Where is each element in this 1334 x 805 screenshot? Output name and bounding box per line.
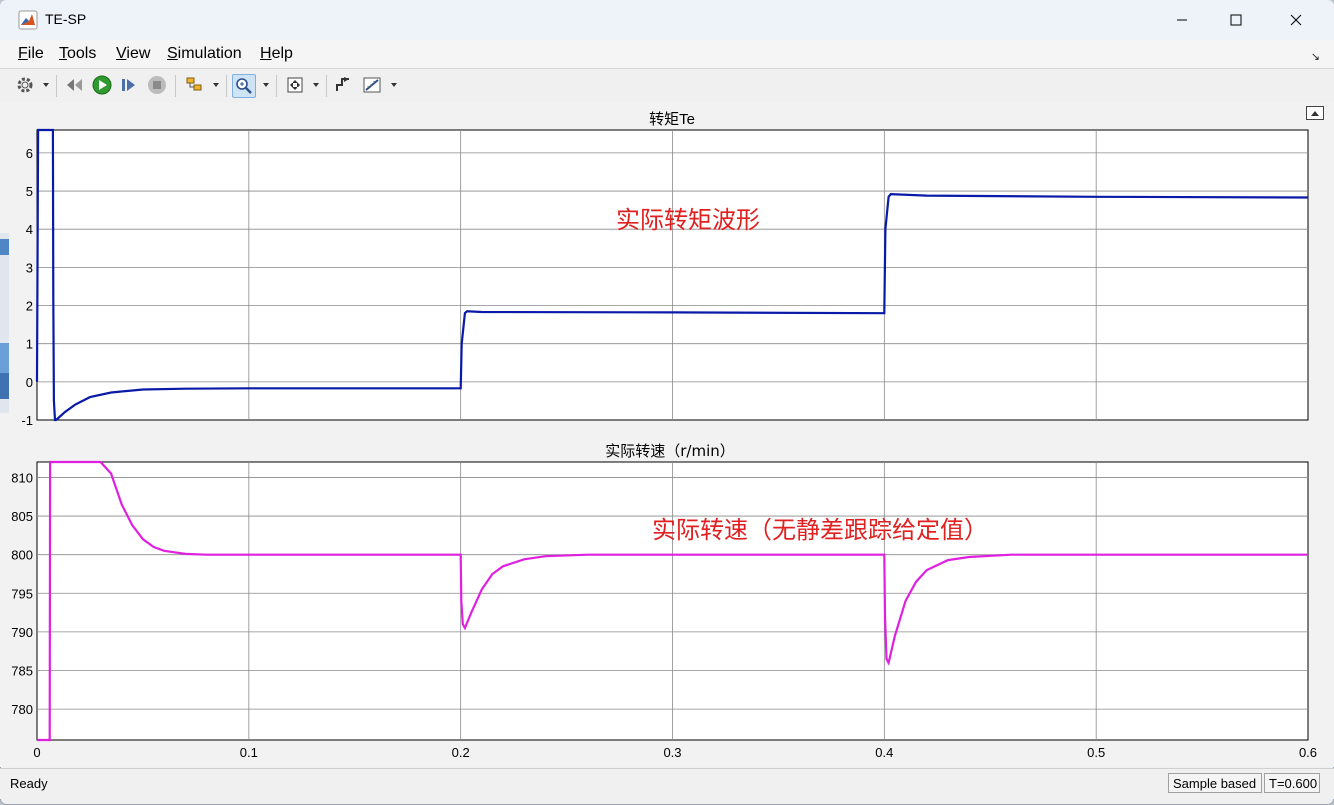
status-text: Ready — [10, 776, 48, 791]
y-tick-label: 3 — [26, 260, 33, 275]
y-tick-labels: 780 785 790 795 800 805 810 — [11, 470, 33, 717]
y-tick-label: 810 — [11, 470, 33, 485]
y-tick-label: 5 — [26, 184, 33, 199]
x-tick-label: 0.5 — [1087, 745, 1105, 760]
y-tick-label: 0 — [26, 375, 33, 390]
chart-annotation: 实际转矩波形 — [616, 206, 760, 234]
status-bar: Ready Sample based T=0.600 — [0, 768, 1334, 799]
y-tick-labels: -1 0 1 2 3 4 5 6 — [21, 146, 33, 428]
chart-title: 转矩Te — [649, 111, 695, 128]
speed-chart: 实际转速（r/min） 780 785 790 795 800 805 810 0 0.1 0.… — [11, 442, 1317, 760]
y-tick-label: 795 — [11, 586, 33, 601]
x-tick-label: 0.3 — [663, 745, 681, 760]
x-tick-label: 0 — [33, 745, 40, 760]
y-tick-label: 790 — [11, 625, 33, 640]
chart-title: 实际转速（r/min） — [605, 442, 735, 460]
x-tick-label: 0.1 — [240, 745, 258, 760]
chart-annotation: 实际转速（无静差跟踪给定值） — [652, 516, 988, 544]
charts-svg: 转矩Te -1 0 1 2 3 4 5 6 实际转矩波形 实际转速（r/min） 780 785… — [11, 111, 1317, 760]
x-tick-label: 0.6 — [1299, 745, 1317, 760]
x-tick-label: 0.4 — [875, 745, 893, 760]
torque-chart: 转矩Te -1 0 1 2 3 4 5 6 实际转矩波形 — [21, 111, 1309, 428]
sim-time-label: T=0.600 — [1264, 773, 1320, 793]
x-tick-labels: 0 0.1 0.2 0.3 0.4 0.5 0.6 — [33, 745, 1317, 760]
x-tick-label: 0.2 — [452, 745, 470, 760]
scope-window: TE-SP File Tools View Simulation Help ↘ — [0, 0, 1334, 805]
y-tick-label: 800 — [11, 548, 33, 563]
y-tick-label: -1 — [21, 413, 33, 428]
y-tick-label: 1 — [26, 337, 33, 352]
y-tick-label: 805 — [11, 509, 33, 524]
y-tick-label: 2 — [26, 299, 33, 314]
y-tick-label: 6 — [26, 146, 33, 161]
y-tick-label: 785 — [11, 664, 33, 679]
sample-mode-label: Sample based — [1168, 773, 1262, 793]
y-tick-label: 780 — [11, 702, 33, 717]
y-tick-label: 4 — [26, 222, 33, 237]
